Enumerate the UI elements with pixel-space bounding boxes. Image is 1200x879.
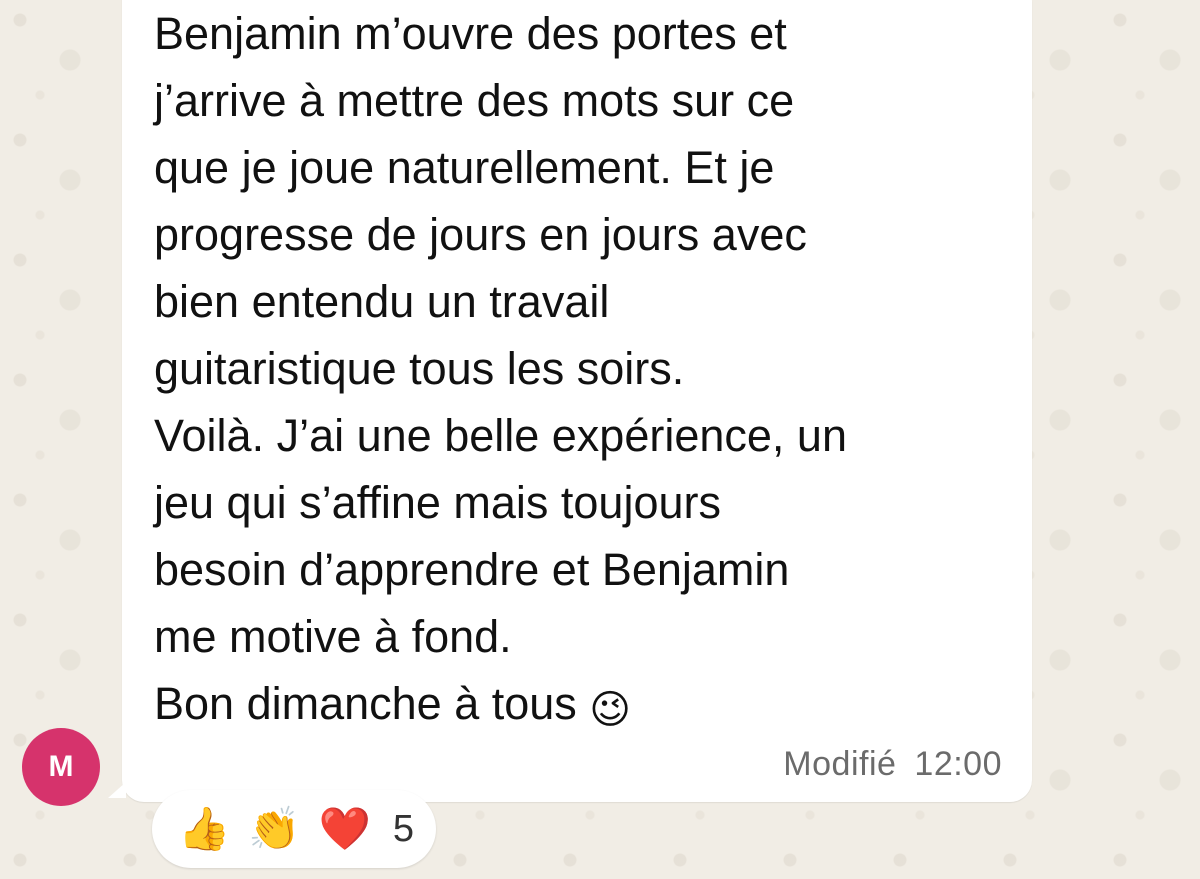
red-heart-reaction[interactable]: ❤️	[319, 808, 371, 850]
message-time: 12:00	[914, 745, 1002, 783]
winking-face-emoji: 😉	[589, 688, 631, 732]
clapping-hands-reaction[interactable]: 👏	[248, 808, 300, 850]
thumbs-up-reaction[interactable]: 👍	[178, 808, 230, 850]
avatar-initial: M	[48, 750, 74, 783]
bubble-tail	[108, 782, 126, 798]
message-meta: Modifié 12:00	[783, 745, 1002, 784]
message-text: Benjamin m’ouvre des portes et j’arrive …	[154, 8, 847, 732]
edited-label: Modifié	[783, 745, 897, 783]
reactions-bar[interactable]: 👍 👏 ❤️ 5	[152, 790, 436, 868]
reaction-count: 5	[392, 807, 415, 850]
message-bubble[interactable]: Benjamin m’ouvre des portes et j’arrive …	[122, 0, 1032, 802]
sender-avatar[interactable]: M	[22, 728, 100, 806]
